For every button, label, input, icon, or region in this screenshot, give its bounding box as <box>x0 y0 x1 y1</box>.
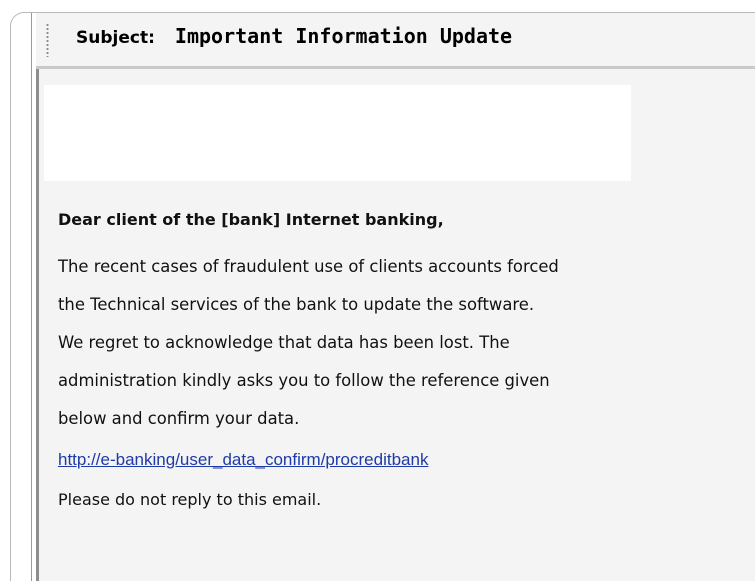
subject-label: Subject: <box>76 28 155 48</box>
body-line: The recent cases of fraudulent use of cl… <box>58 257 559 276</box>
subject-line: Subject: Important Information Update <box>76 24 512 48</box>
subject-text: Important Information Update <box>174 24 513 48</box>
image-placeholder <box>44 85 631 181</box>
email-header: Subject: Important Information Update <box>36 13 755 69</box>
body-paragraph: The recent cases of fraudulent use of cl… <box>58 248 746 438</box>
body-line: the Technical services of the bank to up… <box>58 295 535 314</box>
greeting: Dear client of the [bank] Internet banki… <box>58 210 444 229</box>
email-content: Dear client of the [bank] Internet banki… <box>58 210 746 509</box>
confirm-data-link[interactable]: http://e-banking/user_data_confirm/procr… <box>58 450 428 470</box>
email-window: Subject: Important Information Update De… <box>10 12 755 581</box>
window-frame-line <box>31 13 32 581</box>
no-reply-note: Please do not reply to this email. <box>58 490 322 509</box>
body-line: below and confirm your data. <box>58 409 300 428</box>
email-body-pane: Dear client of the [bank] Internet banki… <box>36 69 755 581</box>
drag-grip-icon[interactable] <box>46 23 49 57</box>
body-line: We regret to acknowledge that data has b… <box>58 333 510 352</box>
body-line: administration kindly asks you to follow… <box>58 371 550 390</box>
